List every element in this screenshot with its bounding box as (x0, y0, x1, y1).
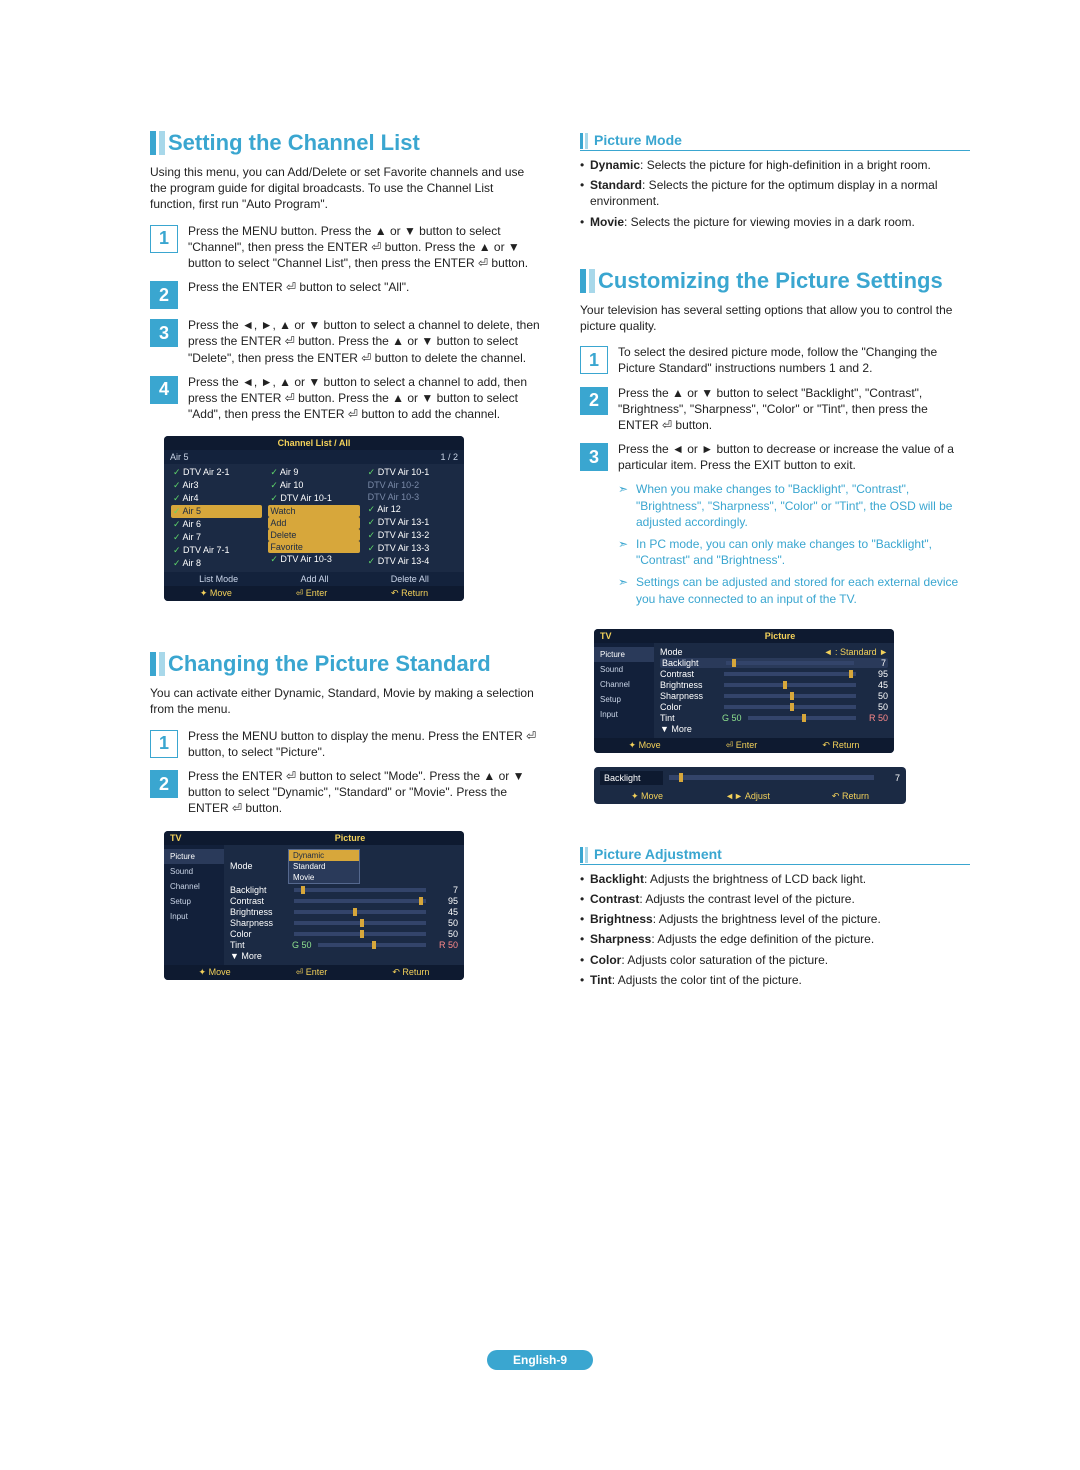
customizing-notes: When you make changes to "Backlight", "C… (580, 481, 970, 612)
step-a4: 4 Press the ◄, ►, ▲ or ▼ button to selec… (150, 374, 540, 423)
step-c3: 3 Press the ◄ or ► button to decrease or… (580, 441, 970, 473)
h1-customizing: Customizing the Picture Settings (598, 268, 943, 294)
step-c1: 1 To select the desired picture mode, fo… (580, 344, 970, 376)
intro-channel-list: Using this menu, you can Add/Delete or s… (150, 164, 540, 213)
heading-picture-adjustment: Picture Adjustment (580, 846, 970, 865)
heading-customizing: Customizing the Picture Settings (580, 268, 970, 294)
osd-channel-list: Channel List / All Air 51 / 2 DTV Air 2-… (164, 436, 464, 601)
osd-backlight-bar: Backlight 7 ✦ Move ◄► Adjust ↶ Return (594, 767, 906, 804)
intro-customizing: Your television has several setting opti… (580, 302, 970, 334)
page-number: English-9 (487, 1350, 593, 1370)
step-a3: 3 Press the ◄, ►, ▲ or ▼ button to selec… (150, 317, 540, 366)
step-a2: 2 Press the ENTER ⏎ button to select "Al… (150, 279, 540, 309)
heading-channel-list: Setting the Channel List (150, 130, 540, 156)
heading-picture-standard: Changing the Picture Standard (150, 651, 540, 677)
osd-picture-mode: TVPicture Picture Sound Channel Setup In… (164, 831, 464, 980)
picture-adjustment-list: Backlight: Adjusts the brightness of LCD… (580, 871, 970, 992)
osd-picture-adjust: TVPicture Picture Sound Channel Setup In… (594, 629, 894, 753)
step-b1: 1 Press the MENU button to display the m… (150, 728, 540, 760)
picture-mode-list: Dynamic: Selects the picture for high-de… (580, 157, 970, 234)
step-b2: 2 Press the ENTER ⏎ button to select "Mo… (150, 768, 540, 817)
h1-picture-standard: Changing the Picture Standard (168, 651, 491, 677)
step-c2: 2 Press the ▲ or ▼ button to select "Bac… (580, 385, 970, 434)
step-a1: 1 Press the MENU button. Press the ▲ or … (150, 223, 540, 272)
heading-picture-mode: Picture Mode (580, 132, 970, 151)
h1-channel-list: Setting the Channel List (168, 130, 420, 156)
intro-picture-standard: You can activate either Dynamic, Standar… (150, 685, 540, 717)
